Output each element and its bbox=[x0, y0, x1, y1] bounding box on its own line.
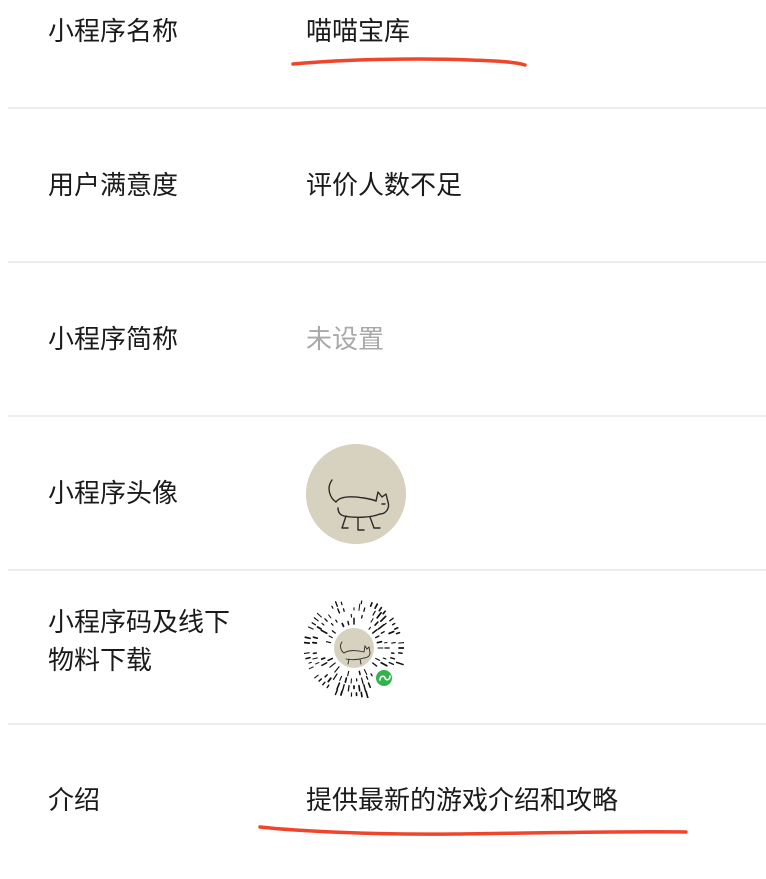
red-underline-annotation bbox=[256, 821, 696, 843]
mini-program-code-icon[interactable] bbox=[304, 598, 404, 698]
row-label-code: 小程序码及线下 物料下载 bbox=[48, 604, 268, 680]
row-short-name[interactable]: 小程序简称 未设置 bbox=[0, 263, 766, 417]
mini-program-name-value: 喵喵宝库 bbox=[306, 13, 410, 51]
short-name-value: 未设置 bbox=[306, 321, 384, 359]
row-mini-program-code[interactable]: 小程序码及线下 物料下载 bbox=[0, 571, 766, 725]
satisfaction-value: 评价人数不足 bbox=[306, 167, 462, 205]
cat-avatar-icon[interactable] bbox=[306, 444, 406, 544]
row-label-name: 小程序名称 bbox=[48, 13, 268, 51]
row-introduction[interactable]: 介绍 提供最新的游戏介绍和攻略 bbox=[0, 725, 766, 879]
row-label-satisfaction: 用户满意度 bbox=[48, 167, 268, 205]
row-user-satisfaction[interactable]: 用户满意度 评价人数不足 bbox=[0, 109, 766, 263]
row-label-avatar: 小程序头像 bbox=[48, 475, 268, 513]
red-underline-annotation bbox=[290, 56, 530, 72]
row-label-short-name: 小程序简称 bbox=[48, 321, 268, 359]
intro-value: 提供最新的游戏介绍和攻略 bbox=[306, 782, 618, 820]
row-label-intro: 介绍 bbox=[48, 782, 268, 820]
row-avatar[interactable]: 小程序头像 bbox=[0, 417, 766, 571]
